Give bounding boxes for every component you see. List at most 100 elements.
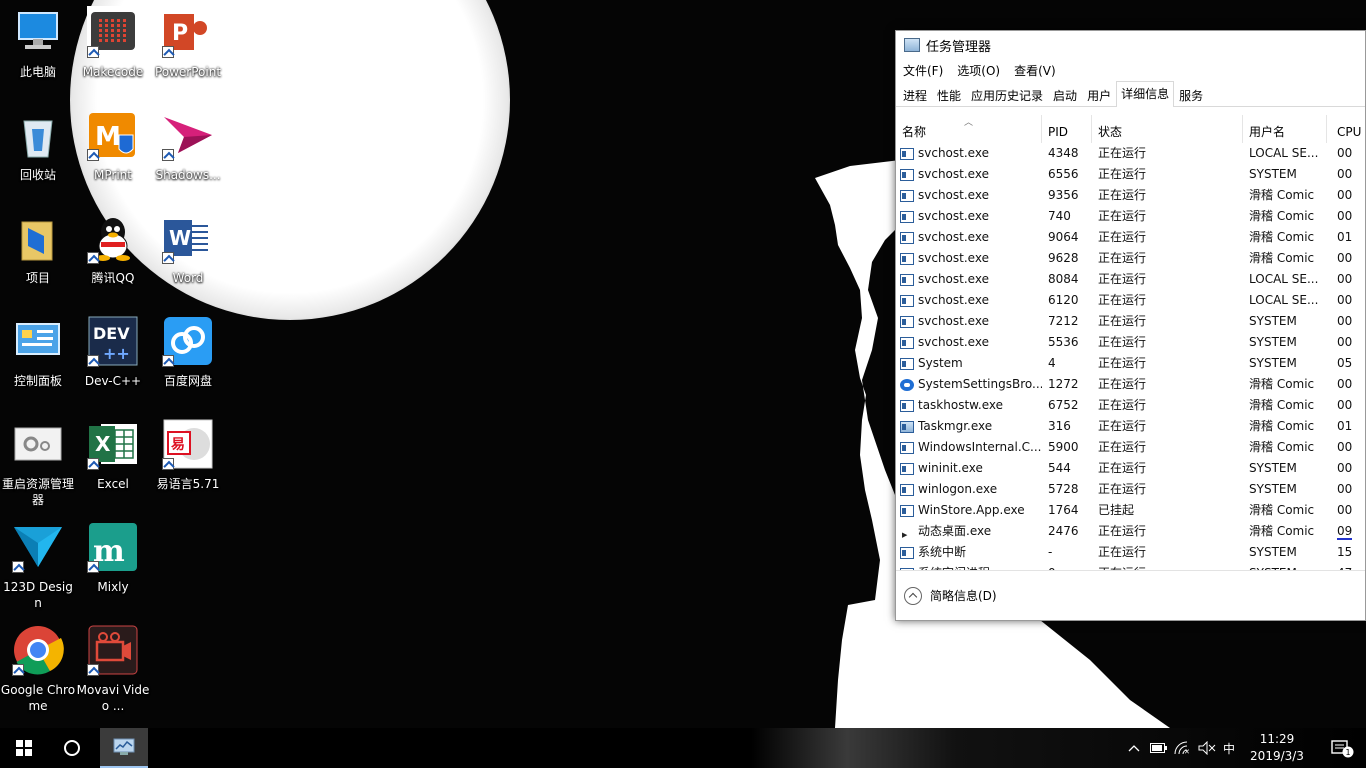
cpu-value: 00 bbox=[1337, 335, 1353, 349]
process-window-icon bbox=[900, 231, 914, 244]
desktop-icon-makecode[interactable]: Makecode bbox=[75, 0, 151, 100]
action-center-button[interactable]: 1 bbox=[1318, 728, 1366, 768]
menu-options[interactable]: 选项(O) bbox=[957, 62, 1000, 79]
cell-cpu: 15 bbox=[1327, 542, 1365, 563]
desktop-icon-dev-cpp[interactable]: DEV ++ Dev-C++ bbox=[75, 309, 151, 409]
table-row[interactable]: SystemSettingsBro... 1272 正在运行 滑稽 Comic 00 bbox=[896, 374, 1365, 395]
tab-startup[interactable]: 启动 bbox=[1048, 84, 1082, 106]
task-manager-window[interactable]: 任务管理器 文件(F) 选项(O) 查看(V) 进程 性能 应用历史记录 启动 … bbox=[895, 30, 1366, 621]
cell-cpu: 00 bbox=[1327, 206, 1365, 227]
start-button[interactable] bbox=[0, 728, 48, 768]
desktop-icon-baidu-netdisk[interactable]: 百度网盘 bbox=[150, 309, 226, 409]
cell-status: 正在运行 bbox=[1098, 209, 1147, 223]
desktop-icon-123d-design[interactable]: 123D Design bbox=[0, 515, 76, 615]
desktop-icon-eyuyan[interactable]: 易易语言5.71 bbox=[150, 412, 226, 512]
123d-design-icon bbox=[12, 521, 64, 573]
cell-user: SYSTEM bbox=[1249, 482, 1297, 496]
tab-users[interactable]: 用户 bbox=[1082, 84, 1116, 106]
table-row[interactable]: svchost.exe 740 正在运行 滑稽 Comic 00 bbox=[896, 206, 1365, 227]
taskbar-task-manager[interactable] bbox=[100, 728, 148, 768]
cell-pid: 9356 bbox=[1048, 188, 1079, 202]
desktop-icon-recycle-bin[interactable]: 回收站 bbox=[0, 103, 76, 203]
desktop-icon-qq[interactable]: 腾讯QQ bbox=[75, 206, 151, 306]
wifi-icon: ✕ bbox=[1174, 741, 1190, 755]
table-row[interactable]: svchost.exe 9356 正在运行 滑稽 Comic 00 bbox=[896, 185, 1365, 206]
cell-user: SYSTEM bbox=[1249, 461, 1297, 475]
title-bar[interactable]: 任务管理器 bbox=[896, 31, 1365, 59]
tab-app-history[interactable]: 应用历史记录 bbox=[966, 84, 1048, 106]
battery-tray[interactable] bbox=[1148, 728, 1170, 768]
desktop-icon-movavi[interactable]: Movavi Video ... bbox=[75, 618, 151, 718]
desktop-icon-shadowsocks[interactable]: Shadows... bbox=[150, 103, 226, 203]
desktop-icon-restart-explorer[interactable]: 重启资源管理器 bbox=[0, 412, 76, 512]
table-row[interactable]: 系统中断 - 正在运行 SYSTEM 15 bbox=[896, 542, 1365, 563]
desktop-icon-excel[interactable]: X Excel bbox=[75, 412, 151, 512]
menu-bar: 文件(F) 选项(O) 查看(V) bbox=[896, 59, 1365, 81]
tab-processes[interactable]: 进程 bbox=[898, 84, 932, 106]
cell-cpu: 00 bbox=[1327, 164, 1365, 185]
table-body: svchost.exe 4348 正在运行 LOCAL SE... 00 svchost.… bbox=[896, 143, 1365, 571]
tab-performance[interactable]: 性能 bbox=[932, 84, 966, 106]
desktop-icon-control-panel[interactable]: 控制面板 bbox=[0, 309, 76, 409]
table-row[interactable]: svchost.exe 6556 正在运行 SYSTEM 00 bbox=[896, 164, 1365, 185]
menu-file[interactable]: 文件(F) bbox=[903, 62, 943, 79]
desktop-icon-label: 123D Design bbox=[3, 580, 73, 610]
cell-cpu: 01 bbox=[1327, 416, 1365, 437]
fewer-details-link[interactable]: 简略信息(D) bbox=[930, 587, 997, 604]
table-row[interactable]: winlogon.exe 5728 正在运行 SYSTEM 00 bbox=[896, 479, 1365, 500]
cortana-button[interactable] bbox=[48, 728, 96, 768]
table-row[interactable]: svchost.exe 6120 正在运行 LOCAL SE... 00 bbox=[896, 290, 1365, 311]
cpu-value: 05 bbox=[1337, 356, 1353, 370]
shortcut-arrow-icon bbox=[87, 561, 99, 573]
desktop-icon-powerpoint[interactable]: P PowerPoint bbox=[150, 0, 226, 100]
table-row[interactable]: taskhostw.exe 6752 正在运行 滑稽 Comic 00 bbox=[896, 395, 1365, 416]
table-row[interactable]: wininit.exe 544 正在运行 SYSTEM 00 bbox=[896, 458, 1365, 479]
qq-icon bbox=[87, 212, 139, 264]
shortcut-arrow-icon bbox=[162, 46, 174, 58]
table-row[interactable]: System 4 正在运行 SYSTEM 05 bbox=[896, 353, 1365, 374]
table-row[interactable]: Taskmgr.exe 316 正在运行 滑稽 Comic 01 bbox=[896, 416, 1365, 437]
table-row[interactable]: 动态桌面.exe 2476 正在运行 滑稽 Comic 09 bbox=[896, 521, 1365, 542]
tab-services[interactable]: 服务 bbox=[1174, 84, 1208, 106]
column-header-status[interactable]: 状态 bbox=[1092, 115, 1243, 143]
cell-name: SystemSettingsBro... bbox=[896, 374, 1042, 395]
cpu-value: 00 bbox=[1337, 167, 1353, 181]
menu-view[interactable]: 查看(V) bbox=[1014, 62, 1056, 79]
table-row[interactable]: svchost.exe 9628 正在运行 滑稽 Comic 00 bbox=[896, 248, 1365, 269]
cell-pid: 5728 bbox=[1048, 482, 1079, 496]
folder-icon bbox=[12, 212, 64, 264]
tab-details[interactable]: 详细信息 bbox=[1116, 81, 1175, 107]
column-header-user[interactable]: 用户名 bbox=[1243, 115, 1327, 143]
desktop-icon-word[interactable]: W Word bbox=[150, 206, 226, 306]
process-name: svchost.exe bbox=[918, 272, 989, 286]
desktop-icon-label: 重启资源管理器 bbox=[1, 477, 74, 507]
word-icon: W bbox=[162, 212, 214, 264]
table-row[interactable]: WinStore.App.exe 1764 已挂起 滑稽 Comic 00 bbox=[896, 500, 1365, 521]
input-method-indicator[interactable]: 中 bbox=[1218, 728, 1240, 768]
table-row[interactable]: svchost.exe 9064 正在运行 滑稽 Comic 01 bbox=[896, 227, 1365, 248]
table-row[interactable]: svchost.exe 4348 正在运行 LOCAL SE... 00 bbox=[896, 143, 1365, 164]
taskbar: ✕ 中 11:29 2019/3/3 1 bbox=[0, 728, 1366, 768]
show-hidden-icons[interactable] bbox=[1124, 728, 1144, 768]
desktop-icon-label: Dev-C++ bbox=[84, 374, 142, 388]
column-header-cpu[interactable]: CPU bbox=[1327, 115, 1365, 143]
volume-tray[interactable] bbox=[1196, 728, 1218, 768]
system-clock[interactable]: 11:29 2019/3/3 bbox=[1240, 728, 1314, 768]
desktop-icon-mixly[interactable]: m Mixly bbox=[75, 515, 151, 615]
table-row[interactable]: svchost.exe 5536 正在运行 SYSTEM 00 bbox=[896, 332, 1365, 353]
desktop-icon-mprint[interactable]: M MPrint bbox=[75, 103, 151, 203]
column-header-pid[interactable]: PID bbox=[1042, 115, 1092, 143]
network-tray[interactable]: ✕ bbox=[1172, 728, 1194, 768]
process-window-icon bbox=[900, 546, 914, 559]
chevron-up-icon[interactable] bbox=[904, 586, 922, 605]
desktop-icon-chrome[interactable]: Google Chrome bbox=[0, 618, 76, 718]
table-row[interactable]: svchost.exe 8084 正在运行 LOCAL SE... 00 bbox=[896, 269, 1365, 290]
desktop-icon-computer[interactable]: 此电脑 bbox=[0, 0, 76, 100]
table-row[interactable]: WindowsInternal.C... 5900 正在运行 滑稽 Comic 00 bbox=[896, 437, 1365, 458]
cell-pid: 740 bbox=[1048, 209, 1071, 223]
desktop-icon-folder[interactable]: 项目 bbox=[0, 206, 76, 306]
expand-arrow-icon[interactable] bbox=[900, 525, 914, 543]
cell-cpu: 09 bbox=[1327, 521, 1365, 542]
cell-status: 正在运行 bbox=[1098, 293, 1147, 307]
table-row[interactable]: svchost.exe 7212 正在运行 SYSTEM 00 bbox=[896, 311, 1365, 332]
